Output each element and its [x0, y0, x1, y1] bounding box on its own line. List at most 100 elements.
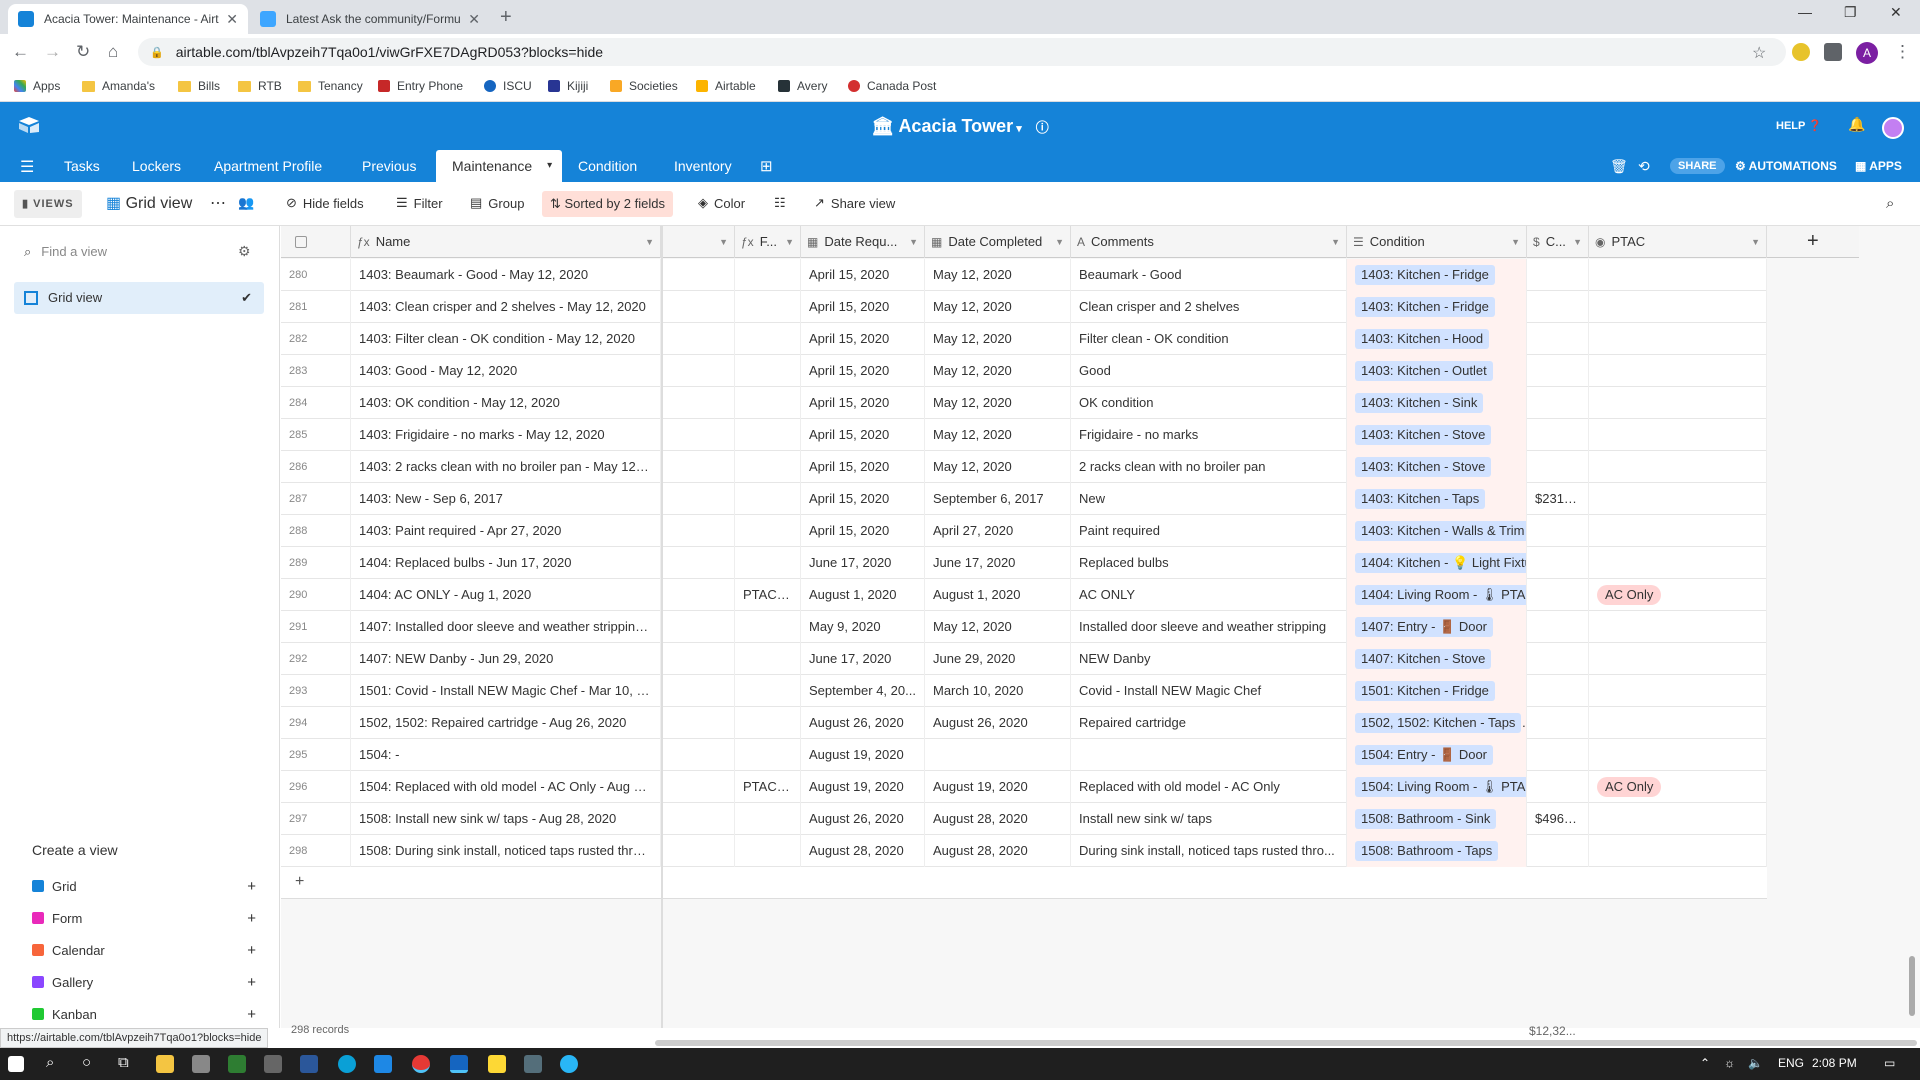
cell-condition[interactable]: 1502, 1502: Kitchen - Taps — [1347, 707, 1527, 739]
cell-condition[interactable]: 1403: Kitchen - Sink — [1347, 387, 1527, 419]
cell-date-requested[interactable]: August 26, 2020 — [801, 803, 925, 835]
cell-date-requested[interactable]: April 15, 2020 — [801, 419, 925, 451]
table-row[interactable]: 295 1504: - August 19, 2020 1504: Entry - 🚪… — [281, 739, 1767, 771]
cell-f[interactable] — [735, 323, 801, 355]
cell-f[interactable] — [735, 739, 801, 771]
cell-condition[interactable]: 1403: Kitchen - Walls & Trim — [1347, 515, 1527, 547]
cell-hidden[interactable] — [663, 259, 735, 291]
minimize-icon[interactable]: — — [1798, 4, 1812, 20]
cell-condition[interactable]: 1404: Kitchen - 💡 Light Fixtu — [1347, 547, 1527, 579]
cell-f[interactable]: PTAC i... — [735, 579, 801, 611]
bookmark-link[interactable]: Societies — [610, 79, 678, 93]
row-height-icon[interactable]: ☷ — [774, 195, 786, 211]
column-header-ptac[interactable]: ◉ PTAC ▼ — [1589, 226, 1767, 258]
bookmark-star-icon[interactable]: ☆ — [1752, 43, 1766, 63]
cell-date-requested[interactable]: August 19, 2020 — [801, 771, 925, 803]
cell-f[interactable] — [735, 547, 801, 579]
cell-date-completed[interactable]: June 29, 2020 — [925, 643, 1071, 675]
cell-comments[interactable]: Install new sink w/ taps — [1071, 803, 1347, 835]
cell-name[interactable]: 1403: Good - May 12, 2020 — [351, 355, 661, 387]
cell-date-requested[interactable]: August 19, 2020 — [801, 739, 925, 771]
column-header-condition[interactable]: ☰ Condition ▼ — [1347, 226, 1527, 258]
apps-button[interactable]: ▦ APPS — [1855, 159, 1902, 173]
app-icon[interactable] — [560, 1055, 578, 1073]
cell-date-completed[interactable]: June 17, 2020 — [925, 547, 1071, 579]
cell-comments[interactable]: Replaced with old model - AC Only — [1071, 771, 1347, 803]
cell-date-completed[interactable]: May 12, 2020 — [925, 259, 1071, 291]
bookmark-link[interactable]: Airtable — [696, 79, 756, 93]
cell-date-requested[interactable]: June 17, 2020 — [801, 547, 925, 579]
cell-hidden[interactable] — [663, 675, 735, 707]
volume-icon[interactable]: 🔈 — [1748, 1056, 1763, 1070]
row-number[interactable]: 284 — [281, 387, 351, 419]
cell-f[interactable] — [735, 451, 801, 483]
column-header-date-requested[interactable]: ▦ Date Requ... ▼ — [801, 226, 925, 258]
cell-f[interactable] — [735, 707, 801, 739]
cell-f[interactable] — [735, 803, 801, 835]
cell-ptac[interactable] — [1589, 419, 1767, 451]
bookmark-link[interactable]: Avery — [778, 79, 827, 93]
cell-date-requested[interactable]: August 1, 2020 — [801, 579, 925, 611]
tab-tasks[interactable]: Tasks — [48, 150, 116, 182]
cell-comments[interactable]: During sink install, noticed taps rusted… — [1071, 835, 1347, 867]
cell-ptac[interactable] — [1589, 547, 1767, 579]
cell-hidden[interactable] — [663, 707, 735, 739]
cell-cost[interactable] — [1527, 611, 1589, 643]
cell-condition[interactable]: 1504: Entry - 🚪 Door — [1347, 739, 1527, 771]
cell-name[interactable]: 1403: Frigidaire - no marks - May 12, 20… — [351, 419, 661, 451]
horizontal-scrollbar[interactable] — [655, 1040, 1917, 1046]
cell-ptac[interactable] — [1589, 323, 1767, 355]
cell-condition[interactable]: 1501: Kitchen - Fridge — [1347, 675, 1527, 707]
table-row[interactable]: 284 1403: OK condition - May 12, 2020 Apri… — [281, 387, 1767, 419]
cell-comments[interactable] — [1071, 739, 1347, 771]
column-header-f[interactable]: ƒx F... ▼ — [735, 226, 801, 258]
cell-date-requested[interactable]: August 26, 2020 — [801, 707, 925, 739]
extension-icon[interactable] — [1792, 43, 1810, 61]
table-row[interactable]: 288 1403: Paint required - Apr 27, 2020 Ap… — [281, 515, 1767, 547]
table-row[interactable]: 291 1407: Installed door sleeve and weath… — [281, 611, 1767, 643]
cell-name[interactable]: 1407: Installed door sleeve and weather … — [351, 611, 661, 643]
gear-icon[interactable]: ⚙ — [238, 243, 251, 260]
new-tab-button[interactable]: + — [500, 6, 512, 29]
table-row[interactable]: 283 1403: Good - May 12, 2020 April 15, 20… — [281, 355, 1767, 387]
word-icon[interactable] — [300, 1055, 318, 1073]
row-number[interactable]: 285 — [281, 419, 351, 451]
table-row[interactable]: 293 1501: Covid - Install NEW Magic Chef … — [281, 675, 1767, 707]
cell-condition[interactable]: 1508: Bathroom - Taps — [1347, 835, 1527, 867]
row-number[interactable]: 287 — [281, 483, 351, 515]
tab-condition[interactable]: Condition — [562, 150, 653, 182]
home-icon[interactable]: ⌂ — [108, 42, 118, 62]
cell-name[interactable]: 1501: Covid - Install NEW Magic Chef - M… — [351, 675, 661, 707]
cell-date-requested[interactable]: April 15, 2020 — [801, 323, 925, 355]
chrome-menu-icon[interactable]: ⋮ — [1894, 42, 1911, 62]
cell-hidden[interactable] — [663, 291, 735, 323]
cell-cost[interactable] — [1527, 451, 1589, 483]
bookmark-link[interactable]: Canada Post — [848, 79, 936, 93]
maximize-icon[interactable]: ❐ — [1844, 4, 1857, 21]
add-field-icon[interactable]: + — [1807, 230, 1819, 253]
views-toggle-button[interactable]: ▮ VIEWS — [14, 190, 82, 218]
cell-date-completed[interactable]: August 26, 2020 — [925, 707, 1071, 739]
cell-name[interactable]: 1403: OK condition - May 12, 2020 — [351, 387, 661, 419]
notes-icon[interactable] — [488, 1055, 506, 1073]
cell-comments[interactable]: Filter clean - OK condition — [1071, 323, 1347, 355]
cell-date-requested[interactable]: April 15, 2020 — [801, 451, 925, 483]
table-row[interactable]: 280 1403: Beaumark - Good - May 12, 2020 A… — [281, 259, 1767, 291]
cell-cost[interactable] — [1527, 675, 1589, 707]
cell-ptac[interactable]: AC Only — [1589, 771, 1767, 803]
calculator-icon[interactable] — [228, 1055, 246, 1073]
cell-ptac[interactable] — [1589, 259, 1767, 291]
cell-date-requested[interactable]: April 15, 2020 — [801, 355, 925, 387]
cell-date-requested[interactable]: April 15, 2020 — [801, 291, 925, 323]
trash-icon[interactable]: 🗑 — [1610, 158, 1628, 175]
cell-comments[interactable]: Repaired cartridge — [1071, 707, 1347, 739]
cortana-icon[interactable]: ○ — [82, 1054, 91, 1071]
tab-lockers[interactable]: Lockers — [116, 150, 197, 182]
table-row[interactable]: 292 1407: NEW Danby - Jun 29, 2020 June 17… — [281, 643, 1767, 675]
cell-date-completed[interactable]: May 12, 2020 — [925, 419, 1071, 451]
cell-hidden[interactable] — [663, 739, 735, 771]
column-header-name[interactable]: ƒx Name ▼ — [351, 226, 661, 258]
cell-f[interactable] — [735, 355, 801, 387]
cell-f[interactable] — [735, 387, 801, 419]
cell-cost[interactable] — [1527, 387, 1589, 419]
